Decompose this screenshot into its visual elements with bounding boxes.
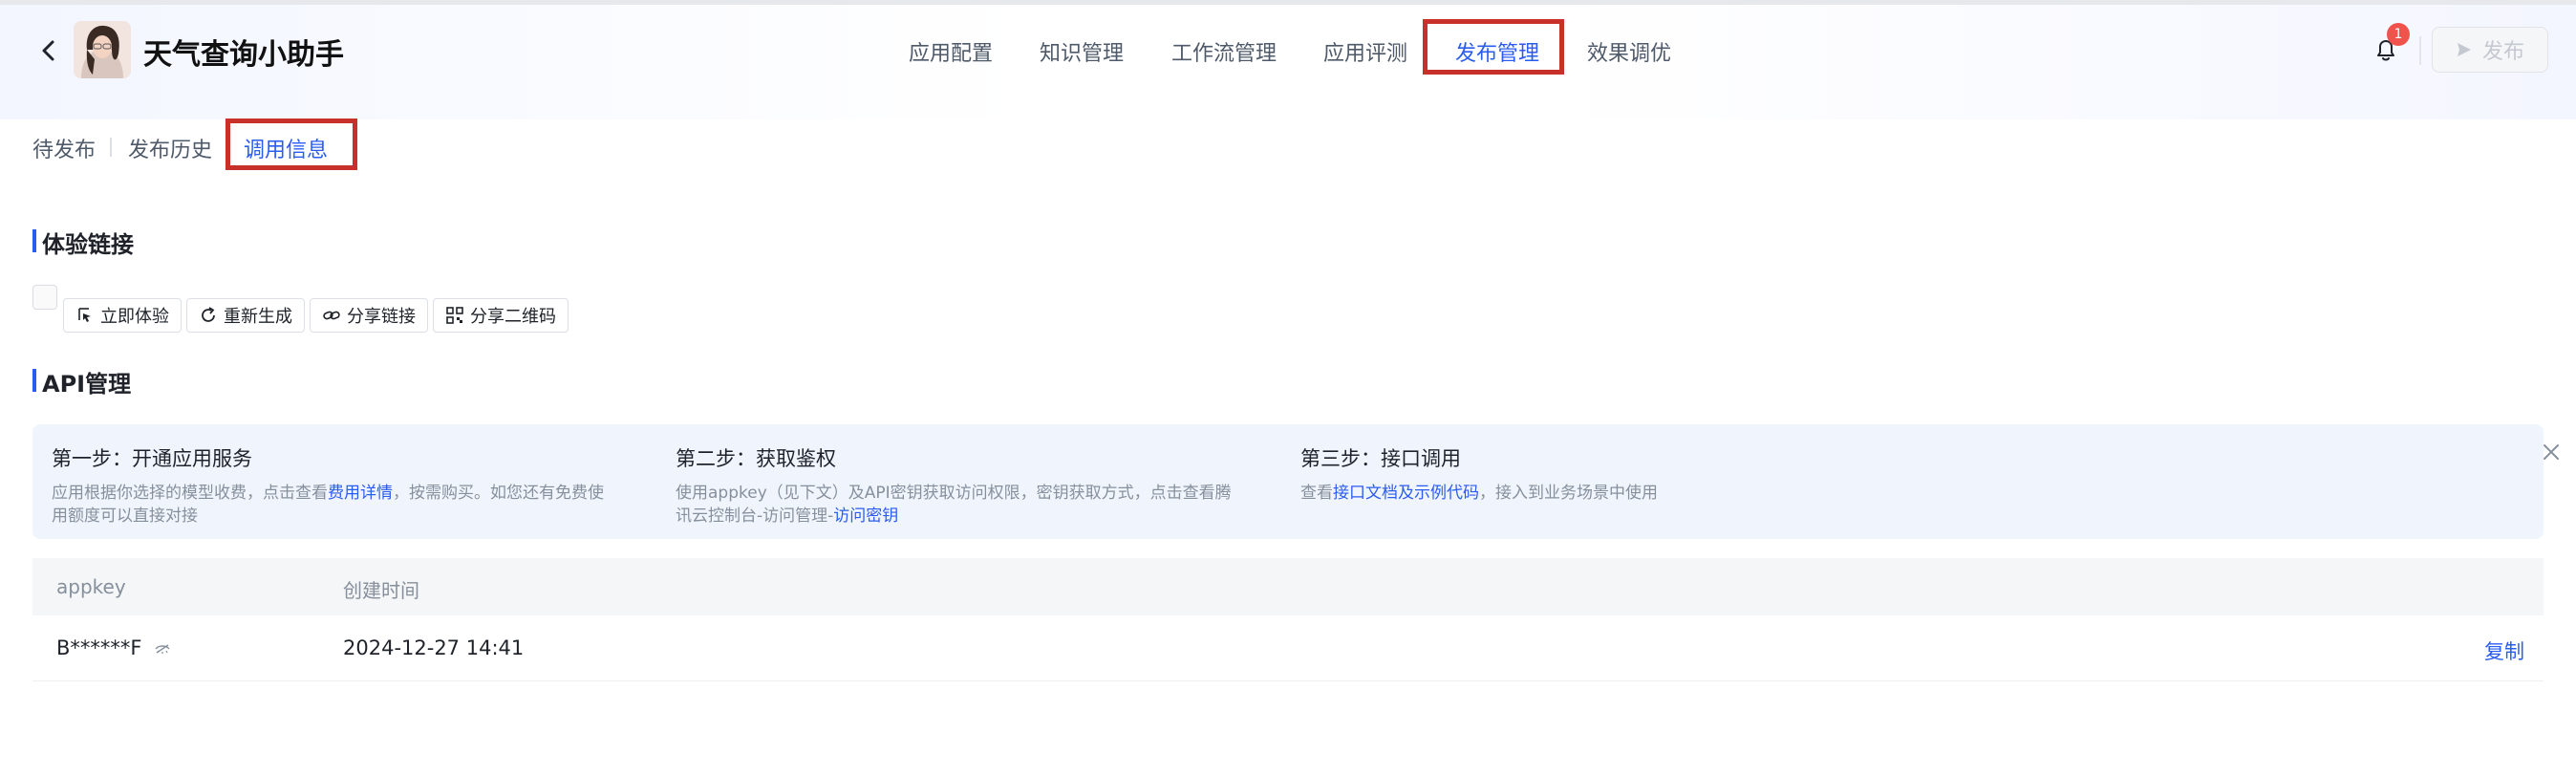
close-icon[interactable]	[2541, 442, 2562, 463]
subtab-pending-publish[interactable]: 待发布	[32, 133, 96, 163]
step-3-title: 第三步：接口调用	[1300, 447, 1461, 470]
step-2-text: 使用appkey（见下文）及API密钥获取访问权限，密钥获取方式，点击查看腾	[676, 484, 1232, 503]
tab-publish-management[interactable]: 发布管理	[1455, 36, 1539, 67]
subtab-invocation-info[interactable]: 调用信息	[244, 133, 328, 163]
share-qrcode-button[interactable]: 分享二维码	[433, 298, 569, 333]
step-2: 第二步：获取鉴权 使用appkey（见下文）及API密钥获取访问权限，密钥获取方…	[676, 443, 1268, 528]
try-now-label: 立即体验	[100, 307, 169, 327]
step-2-title: 第二步：获取鉴权	[676, 447, 836, 470]
copy-link[interactable]: 复制	[2484, 636, 2524, 665]
step-2-description: 使用appkey（见下文）及API密钥获取访问权限，密钥获取方式，点击查看腾 讯…	[676, 482, 1268, 528]
share-qrcode-label: 分享二维码	[470, 307, 556, 327]
appkey-value: B******F	[56, 636, 142, 659]
publish-button[interactable]: 发布	[2432, 27, 2548, 73]
api-docs-link[interactable]: 接口文档及示例代码	[1333, 484, 1479, 503]
experience-link-title: 体验链接	[42, 231, 134, 258]
column-header-created-time: 创建时间	[343, 579, 419, 602]
column-header-appkey: appkey	[56, 575, 126, 598]
subtab-publish-history[interactable]: 发布历史	[128, 133, 212, 163]
step-2-text: 讯云控制台-访问管理-	[676, 507, 834, 526]
cursor-click-icon	[78, 308, 91, 322]
app-title: 天气查询小助手	[143, 38, 344, 72]
step-3: 第三步：接口调用 查看接口文档及示例代码，接入到业务场景中使用	[1300, 443, 1893, 505]
share-link-label: 分享链接	[347, 307, 416, 327]
api-steps-card: 第一步：开通应用服务 应用根据你选择的模型收费，点击查看费用详情，按需购买。如您…	[32, 424, 2559, 539]
step-1-text: 应用根据你选择的模型收费，点击查看	[52, 484, 328, 503]
regenerate-button[interactable]: 重新生成	[186, 298, 305, 333]
tab-workflow-management[interactable]: 工作流管理	[1171, 36, 1277, 67]
step-1-title: 第一步：开通应用服务	[52, 447, 252, 470]
access-key-link[interactable]: 访问密钥	[833, 507, 898, 526]
table-header: appkey 创建时间	[32, 558, 2544, 615]
header-divider	[2419, 36, 2421, 65]
fee-details-link[interactable]: 费用详情	[328, 484, 393, 503]
step-1-text: ，按需购买。如您还有免费使	[393, 484, 604, 503]
send-icon	[2457, 43, 2471, 56]
link-icon	[323, 311, 340, 320]
api-management-title: API管理	[42, 371, 132, 398]
table-row: B******F 2024-12-27 14:41 复制	[32, 615, 2544, 681]
share-link-button[interactable]: 分享链接	[310, 298, 428, 333]
tab-effect-tuning[interactable]: 效果调优	[1587, 36, 1671, 67]
back-arrow-icon[interactable]	[36, 36, 59, 65]
section-accent-bar	[32, 369, 36, 392]
notification-badge: 1	[2387, 23, 2410, 46]
avatar	[74, 21, 131, 78]
tab-app-config[interactable]: 应用配置	[909, 36, 993, 67]
created-time-cell: 2024-12-27 14:41	[343, 636, 525, 659]
publish-button-label: 发布	[2481, 40, 2524, 64]
regenerate-label: 重新生成	[224, 307, 292, 327]
try-now-button[interactable]: 立即体验	[63, 298, 182, 333]
qr-placeholder-checkbox[interactable]	[32, 285, 57, 310]
subtab-divider	[110, 138, 112, 157]
step-1-text: 用额度可以直接对接	[52, 507, 198, 526]
tab-knowledge-management[interactable]: 知识管理	[1040, 36, 1124, 67]
qrcode-icon	[446, 307, 463, 324]
tab-app-evaluation[interactable]: 应用评测	[1323, 36, 1407, 67]
section-accent-bar	[32, 229, 36, 252]
step-1-description: 应用根据你选择的模型收费，点击查看费用详情，按需购买。如您还有免费使 用额度可以…	[52, 482, 644, 528]
step-3-text: ，接入到业务场景中使用	[1479, 484, 1658, 503]
step-3-text: 查看	[1300, 484, 1333, 503]
step-3-description: 查看接口文档及示例代码，接入到业务场景中使用	[1300, 482, 1893, 505]
appkey-cell: B******F	[56, 636, 171, 659]
refresh-icon	[202, 307, 215, 322]
eye-off-icon[interactable]	[154, 640, 171, 657]
step-1: 第一步：开通应用服务 应用根据你选择的模型收费，点击查看费用详情，按需购买。如您…	[52, 443, 644, 528]
header-background	[0, 5, 2576, 119]
